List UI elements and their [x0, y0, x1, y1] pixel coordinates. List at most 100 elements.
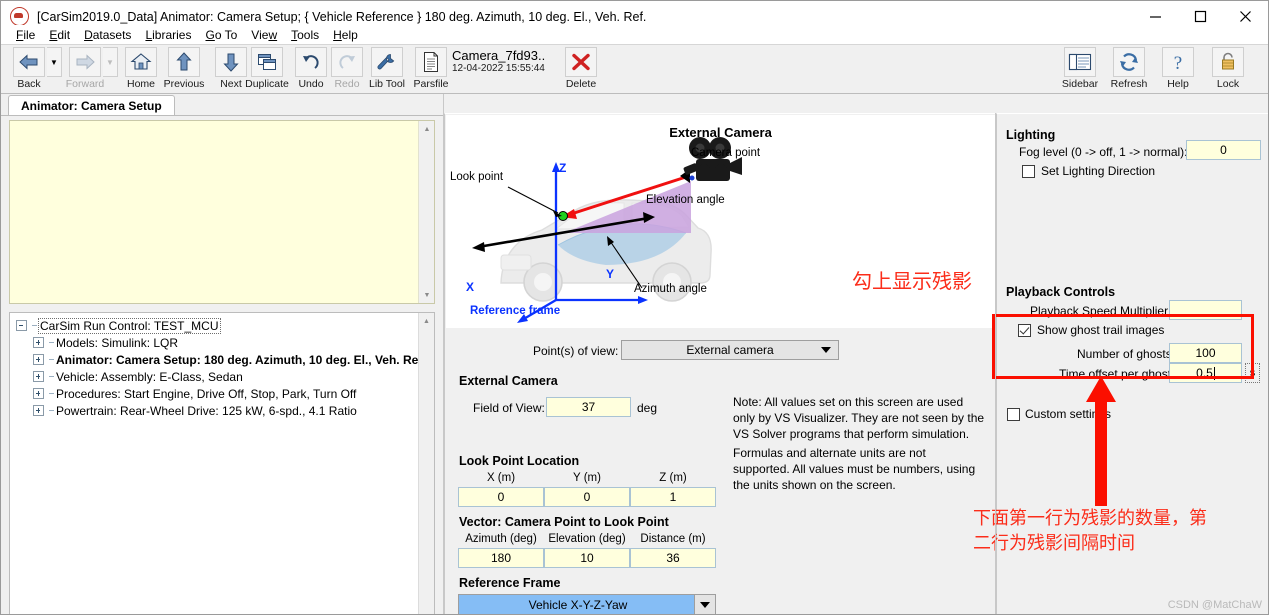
- menu-edit[interactable]: Edit: [42, 27, 77, 43]
- toolbar-forward-button[interactable]: Forward: [66, 47, 104, 90]
- menu-file[interactable]: File: [9, 27, 42, 43]
- fog-level-label: Fog level (0 -> off, 1 -> normal):: [1019, 145, 1188, 159]
- set-lighting-direction-label: Set Lighting Direction: [1041, 164, 1156, 178]
- scroll-up-icon[interactable]: ▲: [419, 121, 435, 137]
- tree-node-label: Animator: Camera Setup: 180 deg. Azimuth…: [56, 352, 426, 367]
- vector-elevation-input[interactable]: 10: [544, 548, 630, 568]
- look-point-y-input[interactable]: 0: [544, 487, 630, 507]
- up-arrow-icon: [168, 47, 200, 77]
- point-of-view-select[interactable]: External camera: [621, 340, 839, 360]
- tab-strip: Animator: Camera Setup: [1, 94, 444, 116]
- toolbar-home-button[interactable]: Home: [123, 47, 159, 90]
- look-point-col-y: Y (m): [573, 472, 601, 484]
- expand-plus-icon[interactable]: [33, 337, 44, 348]
- chevron-down-icon[interactable]: [694, 595, 715, 614]
- toolbar-next-button[interactable]: Next: [213, 47, 249, 90]
- expand-plus-icon[interactable]: [33, 354, 44, 365]
- toolbar-parsfile-button[interactable]: Parsfile: [413, 47, 449, 90]
- duplicate-windows-icon: [251, 47, 283, 77]
- number-of-ghosts-input[interactable]: 100: [1169, 343, 1242, 363]
- question-mark-icon: ?: [1162, 47, 1194, 77]
- vector-heading: Vector: Camera Point to Look Point: [459, 515, 669, 529]
- time-offset-per-ghost-input[interactable]: 0.5: [1169, 363, 1242, 383]
- toolbar-help-label: Help: [1167, 78, 1189, 90]
- toolbar-parsfile-label: Parsfile: [413, 78, 449, 90]
- tree-vertical-scrollbar[interactable]: ▲ ▼: [418, 313, 434, 614]
- diagram-label-elevation-angle: Elevation angle: [646, 194, 725, 206]
- formulas-note: Formulas and alternate units are not sup…: [733, 446, 976, 492]
- diagram-label-azimuth-angle: Azimuth angle: [634, 283, 707, 295]
- toolbar-previous-button[interactable]: Previous: [164, 47, 204, 90]
- vector-col-distance: Distance (m): [640, 533, 706, 545]
- menu-goto[interactable]: Go To: [198, 27, 244, 43]
- collapse-minus-icon[interactable]: [16, 320, 27, 331]
- undo-arrow-icon: [295, 47, 327, 77]
- look-point-z-input[interactable]: 1: [630, 487, 716, 507]
- toolbar-back-button[interactable]: Back: [11, 47, 47, 90]
- menu-view[interactable]: View: [244, 27, 284, 43]
- toolbar-libtool-label: Lib Tool: [369, 78, 406, 90]
- scroll-down-icon[interactable]: ▼: [419, 287, 435, 303]
- toolbar-redo-button[interactable]: Redo: [329, 47, 365, 90]
- set-lighting-direction-checkbox[interactable]: [1022, 165, 1035, 178]
- tree-node-procedures[interactable]: Procedures: Start Engine, Drive Off, Sto…: [16, 385, 417, 402]
- toolbar-refresh-button[interactable]: Refresh: [1111, 47, 1147, 90]
- field-of-view-input[interactable]: 37: [546, 397, 631, 417]
- down-arrow-icon: [215, 47, 247, 77]
- expand-plus-icon[interactable]: [33, 388, 44, 399]
- tab-animator-camera-setup[interactable]: Animator: Camera Setup: [8, 95, 175, 116]
- back-dropdown-caret-icon[interactable]: ▼: [47, 47, 62, 77]
- menu-tools[interactable]: Tools: [284, 27, 326, 43]
- fog-level-input[interactable]: 0: [1186, 140, 1261, 160]
- left-column: ▲ ▼ CarSim Run Control: TEST_MCU Models:…: [1, 116, 444, 614]
- toolbar-libtool-button[interactable]: Lib Tool: [369, 47, 405, 90]
- toolbar-sidebar-label: Sidebar: [1061, 78, 1099, 90]
- tree-connector: [49, 410, 54, 411]
- custom-settings-checkbox[interactable]: [1007, 408, 1020, 421]
- diagram-label-reference-frame: Reference frame: [470, 305, 561, 317]
- toolbar-undo-label: Undo: [298, 78, 324, 90]
- tree-node-models[interactable]: Models: Simulink: LQR: [16, 334, 417, 351]
- notes-scrollbar[interactable]: ▲ ▼: [418, 121, 434, 303]
- toolbar-redo-label: Redo: [334, 78, 360, 90]
- center-panel: External Camera Camera point Look point …: [444, 113, 996, 614]
- show-ghost-trail-checkbox[interactable]: [1018, 324, 1031, 337]
- tree-node-animator[interactable]: Animator: Camera Setup: 180 deg. Azimuth…: [16, 351, 426, 368]
- toolbar-undo-button[interactable]: Undo: [293, 47, 329, 90]
- menu-libraries[interactable]: Libraries: [138, 27, 198, 43]
- reference-frame-select[interactable]: Vehicle X-Y-Z-Yaw: [458, 594, 716, 614]
- expand-plus-icon[interactable]: [33, 405, 44, 416]
- panel-divider-right: [995, 113, 996, 614]
- toolbar-delete-button[interactable]: Delete: [563, 47, 599, 90]
- look-point-x-input[interactable]: 0: [458, 487, 544, 507]
- menu-datasets[interactable]: Datasets: [77, 27, 138, 43]
- annotation-top: 勾上显示残影: [852, 269, 972, 293]
- expand-plus-icon[interactable]: [33, 371, 44, 382]
- notes-textarea[interactable]: ▲ ▼: [9, 120, 435, 304]
- watermark: CSDN @MatChaW: [1167, 599, 1262, 611]
- tree-node-powertrain[interactable]: Powertrain: Rear-Wheel Drive: 125 kW, 6-…: [16, 402, 417, 419]
- toolbar-duplicate-label: Duplicate: [245, 78, 289, 90]
- toolbar-delete-label: Delete: [565, 78, 597, 90]
- toolbar-help-button[interactable]: ? Help: [1160, 47, 1196, 90]
- menu-bar: File Edit Datasets Libraries Go To View …: [1, 25, 1268, 44]
- look-point-col-x: X (m): [486, 472, 516, 484]
- redo-arrow-icon: [331, 47, 363, 77]
- toolbar-duplicate-button[interactable]: Duplicate: [245, 47, 289, 90]
- toolbar-sidebar-button[interactable]: Sidebar: [1062, 47, 1098, 90]
- vs-visualizer-note: Note: All values set on this screen are …: [733, 395, 985, 441]
- external-camera-heading: External Camera: [459, 374, 558, 388]
- annotation-bottom: 下面第一行为残影的数量，第 二行为残影间隔时间: [973, 508, 1207, 554]
- vector-azimuth-input[interactable]: 180: [458, 548, 544, 568]
- tree-node-vehicle[interactable]: Vehicle: Assembly: E-Class, Sedan: [16, 368, 417, 385]
- look-point-heading: Look Point Location: [459, 454, 580, 468]
- scroll-up-icon[interactable]: ▲: [419, 313, 434, 329]
- parsfile-name: Camera_7fd93..: [452, 48, 546, 63]
- vector-distance-input[interactable]: 36: [630, 548, 716, 568]
- tree-node-label: Powertrain: Rear-Wheel Drive: 125 kW, 6-…: [56, 403, 357, 418]
- tree-node-run-control[interactable]: CarSim Run Control: TEST_MCU: [16, 317, 417, 334]
- menu-help[interactable]: Help: [326, 27, 365, 43]
- playback-speed-input[interactable]: [1169, 300, 1242, 320]
- time-offset-value: 0.5: [1196, 366, 1213, 380]
- toolbar-lock-button[interactable]: Lock: [1210, 47, 1246, 90]
